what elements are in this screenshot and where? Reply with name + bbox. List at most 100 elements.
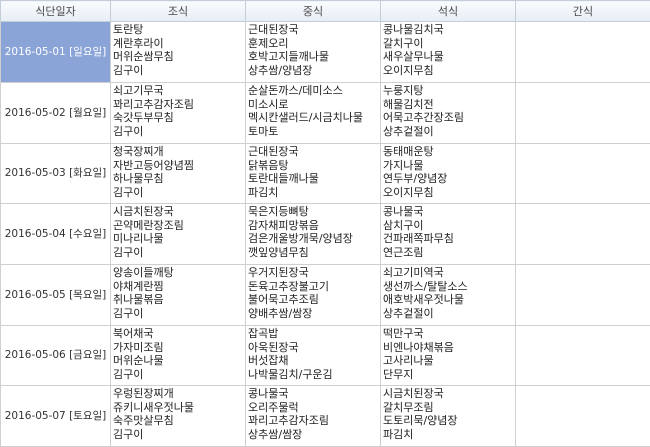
table-row[interactable]: 2016-05-02 [월요일] 쇠고기무국 꽈리고추감자조림 숙갓두부무침 김구이 순살… — [0, 82, 650, 144]
menu-item: 순살돈까스/데미소스 — [248, 84, 343, 97]
menu-item: 연근조림 — [383, 245, 424, 259]
menu-item: 하나물무침 — [113, 172, 164, 186]
menu-item: 해물김치전 — [383, 97, 434, 111]
menu-item: 가자미조림 — [113, 340, 164, 354]
menu-item: 삼치구이 — [383, 218, 424, 232]
menu-item: 머위순쌈무침 — [113, 50, 174, 64]
menu-item: 떡만구국 — [383, 327, 424, 340]
breakfast-cell[interactable]: 시금치된장국 곤약메란장조림 미나리나물 김구이 — [110, 203, 246, 265]
snack-cell[interactable] — [515, 325, 650, 386]
menu-item: 오이지무침 — [383, 63, 434, 77]
dinner-cell[interactable]: 누룽지탕 해물김치전 어묵고추간장조림 상추겉절이 — [380, 82, 516, 144]
menu-item: 가지나물 — [383, 158, 424, 172]
lunch-cell[interactable]: 우거지된장국 돈육고추장불고기 불어묵고추조림 양배추쌈/쌈장 — [245, 264, 381, 326]
dinner-cell[interactable]: 시금치된장국 갈치무조림 도토리묵/양념장 파김치 — [380, 385, 516, 447]
breakfast-cell[interactable]: 북어채국 가자미조림 머위순나물 김구이 — [110, 325, 246, 386]
lunch-cell[interactable]: 순살돈까스/데미소스 미소시로 멕시칸샐러드/시금치나물 토마토 — [245, 82, 381, 144]
snack-cell[interactable] — [515, 385, 650, 447]
menu-item: 감자채피망볶음 — [248, 218, 319, 232]
dinner-cell[interactable]: 동태매운탕 가지나물 연두부/양념장 오이지무침 — [380, 143, 516, 204]
table-row[interactable]: 2016-05-06 [금요일] 북어채국 가자미조림 머위순나물 김구이 잡곡밥 아욱된장… — [0, 325, 650, 386]
menu-item: 꽈리고추감자조림 — [113, 97, 194, 111]
menu-item: 불어묵고추조림 — [248, 293, 319, 307]
breakfast-cell[interactable]: 토란탕 계란후라이 머위순쌈무침 김구이 — [110, 21, 246, 83]
menu-item: 곤약메란장조림 — [113, 218, 184, 232]
dinner-cell[interactable]: 쇠고기미역국 생선까스/탈탈소스 애호박새우젓나물 상추겉절이 — [380, 264, 516, 326]
menu-item: 꽈리고추감자조림 — [248, 414, 329, 428]
date-cell[interactable]: 2016-05-01 [일요일] — [0, 21, 111, 83]
menu-item: 김구이 — [113, 63, 144, 77]
table-row[interactable]: 2016-05-07 [토요일] 우렁된장찌개 쥬키니새우젓나물 숙주맛살무침 김구이 콩… — [0, 385, 650, 447]
table-row[interactable]: 2016-05-05 [목요일] 양송이들깨탕 야채계란찜 취나물볶음 김구이 우거지된장… — [0, 264, 650, 326]
menu-item: 콩나물국 — [248, 387, 289, 400]
breakfast-cell[interactable]: 청국장찌개 자반고등어양념찜 하나물무침 김구이 — [110, 143, 246, 204]
dinner-cell[interactable]: 콩나물김치국 갈치구이 새우살무나물 오이지무침 — [380, 21, 516, 83]
dinner-cell[interactable]: 떡만구국 비엔나야채볶음 고사리나물 단무지 — [380, 325, 516, 386]
lunch-cell[interactable]: 근대된장국 훈제오리 호박고지들깨나물 상추쌈/양념장 — [245, 21, 381, 83]
breakfast-cell[interactable]: 쇠고기무국 꽈리고추감자조림 숙갓두부무침 김구이 — [110, 82, 246, 144]
menu-item: 검은개울방개묵/양념장 — [248, 232, 353, 246]
menu-item: 생선까스/탈탈소스 — [383, 279, 468, 293]
snack-cell[interactable] — [515, 264, 650, 326]
menu-item: 호박고지들깨나물 — [248, 50, 329, 64]
menu-item: 잡곡밥 — [248, 327, 279, 340]
date-cell[interactable]: 2016-05-07 [토요일] — [0, 385, 111, 447]
lunch-cell[interactable]: 묵은지등뼈탕 감자채피망볶음 검은개울방개묵/양념장 깻잎양념무침 — [245, 203, 381, 265]
menu-item: 김구이 — [113, 124, 144, 138]
lunch-cell[interactable]: 잡곡밥 아욱된장국 버섯잡채 나박물김치/구운김 — [245, 325, 381, 386]
column-header-date[interactable]: 식단일자 — [0, 0, 111, 22]
menu-item: 상추쌈/쌈장 — [248, 427, 303, 441]
snack-cell[interactable] — [515, 143, 650, 204]
menu-item: 단무지 — [383, 367, 414, 381]
snack-cell[interactable] — [515, 203, 650, 265]
lunch-cell[interactable]: 근대된장국 닭볶음탕 토란대들깨나물 파김치 — [245, 143, 381, 204]
dinner-cell[interactable]: 콩나물국 삼치구이 건파래쪽파무침 연근조림 — [380, 203, 516, 265]
menu-item: 근대된장국 — [248, 23, 299, 36]
menu-item: 돈육고추장불고기 — [248, 279, 329, 293]
menu-item: 근대된장국 — [248, 145, 299, 158]
menu-item: 숙주맛살무침 — [113, 414, 174, 428]
menu-item: 양송이들깨탕 — [113, 266, 174, 279]
menu-item: 쥬키니새우젓나물 — [113, 400, 194, 414]
date-cell[interactable]: 2016-05-04 [수요일] — [0, 203, 111, 265]
meal-plan-grid: 식단일자 조식 중식 석식 간식 2016-05-01 [일요일] 토란탕 계란후라… — [0, 0, 650, 447]
menu-item: 김구이 — [113, 185, 144, 199]
menu-item: 숙갓두부무침 — [113, 111, 174, 125]
table-row[interactable]: 2016-05-01 [일요일] 토란탕 계란후라이 머위순쌈무침 김구이 근대된장국 훈제… — [0, 21, 650, 83]
date-cell[interactable]: 2016-05-06 [금요일] — [0, 325, 111, 386]
menu-item: 건파래쪽파무침 — [383, 232, 454, 246]
menu-item: 고사리나물 — [383, 354, 434, 368]
menu-item: 야채계란찜 — [113, 279, 164, 293]
menu-item: 김구이 — [113, 367, 144, 381]
menu-item: 오리주물럭 — [248, 400, 299, 414]
menu-item: 시금치된장국 — [383, 387, 444, 400]
breakfast-cell[interactable]: 우렁된장찌개 쥬키니새우젓나물 숙주맛살무침 김구이 — [110, 385, 246, 447]
menu-item: 토란대들깨나물 — [248, 172, 319, 186]
menu-item: 파김치 — [248, 185, 279, 199]
column-header-lunch[interactable]: 중식 — [245, 0, 381, 22]
snack-cell[interactable] — [515, 82, 650, 144]
column-header-dinner[interactable]: 석식 — [380, 0, 516, 22]
date-cell[interactable]: 2016-05-03 [화요일] — [0, 143, 111, 204]
table-row[interactable]: 2016-05-03 [화요일] 청국장찌개 자반고등어양념찜 하나물무침 김구이 근대된… — [0, 143, 650, 204]
lunch-cell[interactable]: 콩나물국 오리주물럭 꽈리고추감자조림 상추쌈/쌈장 — [245, 385, 381, 447]
menu-item: 갈치구이 — [383, 36, 424, 50]
menu-item: 훈제오리 — [248, 36, 289, 50]
menu-item: 김구이 — [113, 427, 144, 441]
menu-item: 도토리묵/양념장 — [383, 414, 458, 428]
menu-item: 계란후라이 — [113, 36, 164, 50]
date-cell[interactable]: 2016-05-02 [월요일] — [0, 82, 111, 144]
menu-item: 취나물볶음 — [113, 293, 164, 307]
menu-item: 머위순나물 — [113, 354, 164, 368]
date-cell[interactable]: 2016-05-05 [목요일] — [0, 264, 111, 326]
table-row[interactable]: 2016-05-04 [수요일] 시금치된장국 곤약메란장조림 미나리나물 김구이 묵은지… — [0, 203, 650, 265]
menu-item: 누룽지탕 — [383, 84, 424, 97]
menu-item: 닭볶음탕 — [248, 158, 289, 172]
menu-item: 동태매운탕 — [383, 145, 434, 158]
column-header-snack[interactable]: 간식 — [515, 0, 650, 22]
menu-item: 양배추쌈/쌈장 — [248, 306, 313, 320]
column-header-breakfast[interactable]: 조식 — [110, 0, 246, 22]
menu-item: 파김치 — [383, 427, 414, 441]
snack-cell[interactable] — [515, 21, 650, 83]
breakfast-cell[interactable]: 양송이들깨탕 야채계란찜 취나물볶음 김구이 — [110, 264, 246, 326]
